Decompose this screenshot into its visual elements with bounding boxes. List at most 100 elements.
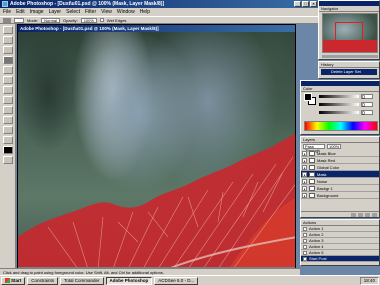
- layer-name: Mask: [317, 171, 327, 177]
- stamp-tool-icon[interactable]: [2, 66, 13, 74]
- eye-icon[interactable]: ●: [302, 192, 307, 198]
- layer-row[interactable]: ● Global Color: [301, 164, 379, 171]
- eraser-tool-icon[interactable]: [2, 76, 13, 84]
- photoshop-icon: [2, 1, 8, 7]
- red-slider[interactable]: [319, 95, 359, 98]
- green-value[interactable]: 0: [361, 102, 373, 109]
- options-bar: Mode: Normal Opacity: 100% Wet Edges: [0, 16, 318, 24]
- lasso-tool-icon[interactable]: [2, 36, 13, 44]
- layer-name: Backgr 1: [317, 185, 333, 191]
- layer-opacity-field[interactable]: 100%: [327, 144, 341, 149]
- action-toggle-checkbox[interactable]: [303, 250, 307, 255]
- navigator-view-box[interactable]: [335, 22, 363, 44]
- eye-icon[interactable]: ●: [302, 157, 307, 163]
- mode-select[interactable]: Normal: [41, 17, 61, 23]
- layer-thumbnail: [309, 192, 315, 198]
- blue-slider[interactable]: [319, 111, 359, 114]
- layer-name: Background: [317, 192, 339, 198]
- add-mask-icon[interactable]: [351, 212, 356, 217]
- layer-name: Mask Red: [317, 157, 336, 163]
- action-toggle-checkbox[interactable]: [303, 256, 307, 261]
- foreground-color-swatch[interactable]: [2, 146, 13, 154]
- new-set-icon[interactable]: [358, 212, 363, 217]
- history-panel: History Delete Layer Set: [318, 61, 380, 79]
- green-slider[interactable]: [319, 103, 359, 106]
- dodge-tool-icon[interactable]: [2, 96, 13, 104]
- task-list: Constraints Total Commander Adobe Photosho…: [27, 276, 199, 285]
- wet-edges-checkbox[interactable]: [99, 18, 104, 22]
- tab-history[interactable]: History: [319, 62, 379, 68]
- taskbar-button[interactable]: Constraints: [27, 276, 59, 285]
- layers-footer: [301, 211, 379, 217]
- eye-icon[interactable]: ●: [302, 150, 307, 156]
- tab-navigator[interactable]: Navigator: [319, 6, 379, 12]
- menu-bar: File Edit Image Layer Select Filter View…: [0, 8, 318, 16]
- brush-tool-icon[interactable]: [2, 56, 13, 64]
- zoom-tool-icon[interactable]: [2, 136, 13, 144]
- mode-label: Mode:: [27, 17, 39, 23]
- menu-file[interactable]: File: [3, 9, 11, 15]
- app-title: Adobe Photoshop - [Dust\u01.psd @ 100% (…: [10, 1, 165, 7]
- eye-icon[interactable]: ●: [302, 164, 307, 170]
- action-row[interactable]: Start Post: [301, 256, 379, 262]
- menu-select[interactable]: Select: [66, 9, 80, 15]
- layers-list: ● Mask Blue ● Mask Red ● Global Color ● Mask ● No…: [301, 150, 379, 199]
- image-canvas[interactable]: [18, 32, 295, 269]
- eye-icon[interactable]: ●: [302, 171, 307, 177]
- action-name: Action 4: [309, 244, 324, 249]
- layer-thumbnail: [309, 185, 315, 191]
- taskbar-button[interactable]: Total Commander: [60, 276, 104, 285]
- minimize-button[interactable]: _: [294, 1, 301, 7]
- menu-help[interactable]: Help: [140, 9, 150, 15]
- layer-row[interactable]: ● Background: [301, 192, 379, 199]
- menu-filter[interactable]: Filter: [85, 9, 96, 15]
- menu-layer[interactable]: Layer: [49, 9, 62, 15]
- document-window: Adobe Photoshop - [Dust\u01.psd @ 100% (…: [17, 24, 296, 274]
- blue-value[interactable]: 0: [361, 110, 373, 117]
- start-button[interactable]: Start: [1, 276, 26, 285]
- gradient-tool-icon[interactable]: [2, 86, 13, 94]
- toolbox: [0, 24, 16, 268]
- action-name: Action 3: [309, 238, 324, 243]
- pen-tool-icon[interactable]: [2, 106, 13, 114]
- layer-row[interactable]: ● Mask: [301, 171, 379, 178]
- layer-row[interactable]: ● Backgr 1: [301, 185, 379, 192]
- quick-mask-icon[interactable]: [2, 156, 13, 164]
- type-tool-icon[interactable]: [2, 116, 13, 124]
- layer-row[interactable]: ● Noise: [301, 178, 379, 185]
- document-title: Adobe Photoshop - [Dust\u01.psd @ 100% (…: [18, 25, 295, 32]
- taskbar-button[interactable]: ACDSee 6.0 - D...: [154, 276, 199, 285]
- menu-image[interactable]: Image: [30, 9, 44, 15]
- new-layer-icon[interactable]: [365, 212, 370, 217]
- eye-icon[interactable]: ●: [302, 185, 307, 191]
- action-toggle-checkbox[interactable]: [303, 244, 307, 249]
- foreground-color-swatch[interactable]: [304, 93, 312, 101]
- trash-icon[interactable]: [372, 212, 377, 217]
- color-panel: Color 0 0 0: [300, 80, 380, 135]
- brush-preset-picker[interactable]: [14, 17, 24, 23]
- eye-icon[interactable]: ●: [302, 178, 307, 184]
- taskbar-button[interactable]: Adobe Photoshop: [105, 276, 153, 285]
- menu-edit[interactable]: Edit: [16, 9, 25, 15]
- action-toggle-checkbox[interactable]: [303, 232, 307, 237]
- color-spectrum[interactable]: [304, 121, 378, 131]
- close-button[interactable]: ×: [310, 1, 317, 7]
- action-toggle-checkbox[interactable]: [303, 238, 307, 243]
- marquee-tool-icon[interactable]: [2, 26, 13, 34]
- menu-window[interactable]: Window: [117, 9, 135, 15]
- tab-color[interactable]: Color: [301, 86, 379, 92]
- zoom-slider[interactable]: [322, 55, 378, 58]
- history-state[interactable]: Delete Layer Set: [321, 69, 377, 75]
- layer-row[interactable]: ● Mask Red: [301, 157, 379, 164]
- brush-tool-icon[interactable]: [3, 17, 11, 23]
- maximize-button[interactable]: □: [302, 1, 309, 7]
- red-value[interactable]: 0: [361, 94, 373, 101]
- navigator-thumbnail[interactable]: [322, 13, 378, 53]
- crop-tool-icon[interactable]: [2, 46, 13, 54]
- opacity-field[interactable]: 100%: [80, 17, 97, 23]
- hand-tool-icon[interactable]: [2, 126, 13, 134]
- blend-mode-select[interactable]: Pass Through: [303, 144, 325, 153]
- action-toggle-checkbox[interactable]: [303, 226, 307, 231]
- menu-view[interactable]: View: [101, 9, 112, 15]
- layer-row[interactable]: ● Mask Blue: [301, 150, 379, 157]
